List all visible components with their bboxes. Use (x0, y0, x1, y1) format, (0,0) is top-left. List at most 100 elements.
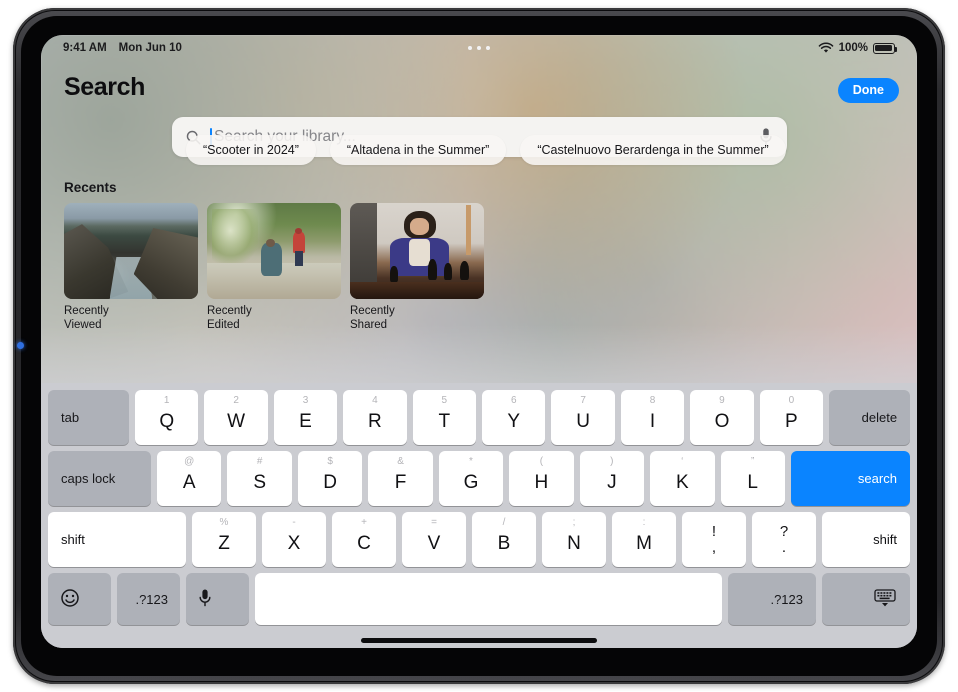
key-s[interactable]: # S (227, 451, 292, 506)
microphone-icon (198, 588, 212, 611)
key-search-return[interactable]: search (790, 451, 910, 506)
key-h-alt: ( (539, 456, 544, 467)
key-a-label: A (182, 472, 196, 493)
key-delete-label: delete (861, 410, 898, 425)
key-p-alt: 0 (788, 395, 795, 406)
key-d-label: D (323, 472, 337, 493)
key-g-label: G (463, 472, 479, 493)
key-k-label: K (675, 472, 689, 493)
key-numbers-left-label: .?123 (135, 591, 168, 607)
key-a[interactable]: @ A (157, 451, 222, 506)
key-dictation[interactable] (186, 573, 249, 625)
key-m[interactable]: :M (612, 512, 676, 567)
key-exclaim-comma-bottom: , (711, 539, 717, 556)
key-i[interactable]: 8I (620, 390, 685, 445)
suggestion-chip-3[interactable]: “Castelnuovo Berardenga in the Summer” (520, 135, 786, 165)
keyboard-row-2: caps lock @ A # S $ D & F * G(H) J ‘K” Lsearch (48, 451, 910, 506)
key-shift-left[interactable]: shift (48, 512, 186, 567)
key-l[interactable]: ” L (720, 451, 785, 506)
key-question-period[interactable]: ?. (752, 512, 816, 567)
key-delete[interactable]: delete (829, 390, 911, 445)
suggestion-chip-1[interactable]: “Scooter in 2024” (186, 135, 316, 165)
key-p[interactable]: 0P (759, 390, 824, 445)
home-indicator[interactable] (361, 638, 597, 643)
key-search-return-label: search (857, 471, 897, 486)
key-y-label: Y (507, 411, 521, 432)
suggestion-chip-2[interactable]: “Altadena in the Summer” (329, 135, 507, 165)
key-r[interactable]: 4R (343, 390, 407, 445)
page-title: Search (64, 73, 145, 101)
key-h[interactable]: (H (509, 451, 574, 506)
key-b[interactable]: / B (472, 512, 536, 567)
key-u-label: U (576, 411, 590, 432)
emoji-smiley-icon (60, 588, 80, 611)
recently-shared-label: Recently Shared (350, 305, 395, 332)
key-o-label: O (714, 411, 730, 432)
key-z[interactable]: % Z (192, 512, 256, 567)
status-date: Mon Jun 10 (118, 42, 182, 54)
key-c-label: C (357, 533, 371, 554)
key-numbers-left[interactable]: .?123 (117, 573, 180, 625)
key-u[interactable]: 7U (551, 390, 615, 445)
keyboard-dismiss-icon (873, 588, 897, 611)
status-bar: 9:41 AM Mon Jun 10 100% (41, 35, 917, 61)
key-n-alt: ; (572, 517, 576, 528)
key-space[interactable] (255, 573, 722, 625)
status-time: 9:41 AM (63, 42, 107, 54)
recents-heading: Recents (64, 180, 117, 195)
key-t[interactable]: 5T (412, 390, 477, 445)
key-tab-label: tab (61, 410, 80, 425)
key-question-period-top: ? (779, 523, 789, 540)
key-b-label: B (497, 533, 511, 554)
key-e-alt: 3 (302, 395, 309, 406)
key-tab[interactable]: tab (48, 390, 129, 445)
key-shift-right[interactable]: shift (822, 512, 910, 567)
key-j-alt: ) (610, 456, 614, 467)
key-k-alt: ‘ (681, 456, 684, 467)
key-numbers-right-label: .?123 (770, 591, 803, 607)
key-s-label: S (253, 472, 266, 493)
key-z-label: Z (218, 533, 230, 554)
done-button[interactable]: Done (837, 78, 899, 103)
wifi-icon (818, 42, 833, 53)
stream-hikers-photo[interactable] (207, 203, 341, 299)
key-q-label: Q (159, 411, 175, 432)
key-v[interactable]: = V (402, 512, 466, 567)
key-d[interactable]: $ D (297, 451, 363, 506)
recently-edited-item[interactable]: Recently Edited (207, 203, 341, 332)
key-emoji[interactable] (48, 573, 111, 625)
key-caps-lock[interactable]: caps lock (48, 451, 151, 506)
key-v-label: V (427, 533, 441, 554)
recently-viewed-item[interactable]: Recently Viewed (64, 203, 198, 332)
key-c[interactable]: + C (332, 512, 396, 567)
key-q[interactable]: 1Q (135, 390, 199, 445)
key-b-alt: / (502, 517, 506, 528)
multitasking-dots-icon[interactable] (468, 46, 490, 50)
key-g[interactable]: * G (438, 451, 504, 506)
battery-percent-label: 100% (838, 42, 868, 54)
key-d-alt: $ (327, 456, 333, 467)
key-y-alt: 6 (510, 395, 517, 406)
key-o[interactable]: 9O (690, 390, 754, 445)
key-p-label: P (785, 411, 798, 432)
key-k[interactable]: ‘K (650, 451, 715, 506)
recently-shared-item[interactable]: Recently Shared (350, 203, 484, 332)
key-j[interactable]: ) J (579, 451, 645, 506)
coastal-cliffs-photo[interactable] (64, 203, 198, 299)
ipad-device: 9:41 AM Mon Jun 10 100% Search Done libr… (0, 0, 958, 692)
key-x[interactable]: -X (262, 512, 326, 567)
key-r-label: R (368, 411, 382, 432)
key-question-period-bottom: . (781, 539, 787, 556)
key-dismiss-keyboard[interactable] (822, 573, 910, 625)
key-numbers-right[interactable]: .?123 (728, 573, 816, 625)
key-w[interactable]: 2W (204, 390, 268, 445)
key-exclaim-comma[interactable]: !, (682, 512, 746, 567)
key-f[interactable]: & F (368, 451, 433, 506)
key-y[interactable]: 6Y (482, 390, 546, 445)
key-s-alt: # (256, 456, 263, 467)
key-e[interactable]: 3E (273, 390, 338, 445)
battery-icon (873, 42, 898, 54)
chess-player-photo[interactable] (350, 203, 484, 299)
key-n[interactable]: ; N (542, 512, 606, 567)
volume-button-indicator (17, 342, 24, 349)
